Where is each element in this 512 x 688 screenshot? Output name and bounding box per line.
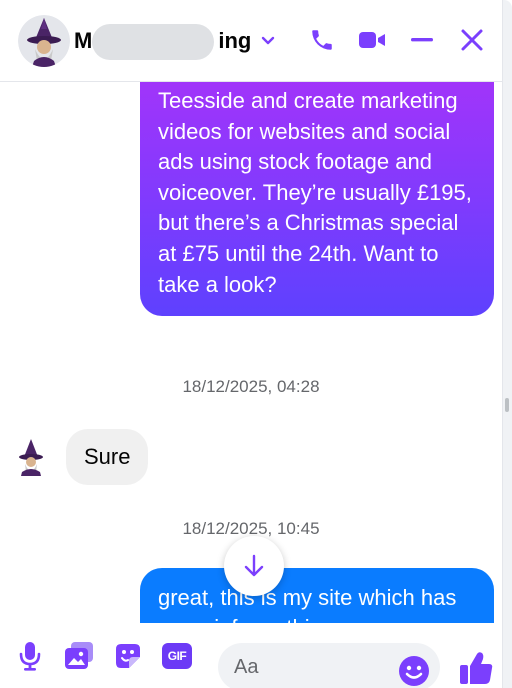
wizard-avatar-icon xyxy=(18,14,70,67)
contact-name-start: M xyxy=(74,27,93,53)
sender-avatar[interactable] xyxy=(16,438,46,476)
outgoing-message-bubble: Teesside and create marketing videos for… xyxy=(140,82,494,317)
conversation-pane[interactable]: Teesside and create marketing videos for… xyxy=(0,82,502,623)
header-actions xyxy=(308,26,486,54)
minimize-icon[interactable] xyxy=(408,26,436,54)
phone-icon[interactable] xyxy=(308,26,336,54)
incoming-message-row: Sure xyxy=(16,429,149,485)
scrollbar-track[interactable] xyxy=(502,0,512,688)
chat-header: M ing xyxy=(0,0,502,82)
scroll-to-bottom-button[interactable] xyxy=(224,536,284,596)
incoming-message-bubble: Sure xyxy=(66,429,149,485)
outgoing-message-bubble: great, this is my site which has more in… xyxy=(140,568,494,623)
microphone-icon[interactable] xyxy=(14,639,46,673)
chevron-down-icon[interactable] xyxy=(261,36,275,46)
video-camera-icon[interactable] xyxy=(358,26,386,54)
timestamp: 18/12/2025, 04:28 xyxy=(182,377,320,396)
contact-name[interactable]: M ing xyxy=(74,23,275,60)
gif-icon[interactable]: GIF xyxy=(161,639,193,673)
scrollbar-thumb[interactable] xyxy=(505,398,509,412)
avatar[interactable] xyxy=(18,14,70,67)
close-icon[interactable] xyxy=(458,26,486,54)
emoji-icon[interactable] xyxy=(397,654,431,688)
arrow-down-icon xyxy=(244,554,264,577)
wizard-avatar-icon xyxy=(19,439,43,476)
thumbs-up-icon[interactable] xyxy=(458,650,494,686)
photo-icon[interactable] xyxy=(63,639,95,673)
redaction-block xyxy=(92,23,214,60)
gif-label: GIF xyxy=(162,642,192,669)
chat-window: M ing Teesside and create marketing vide… xyxy=(0,0,512,688)
contact-name-end: ing xyxy=(218,27,252,53)
sticker-icon[interactable] xyxy=(112,639,144,673)
